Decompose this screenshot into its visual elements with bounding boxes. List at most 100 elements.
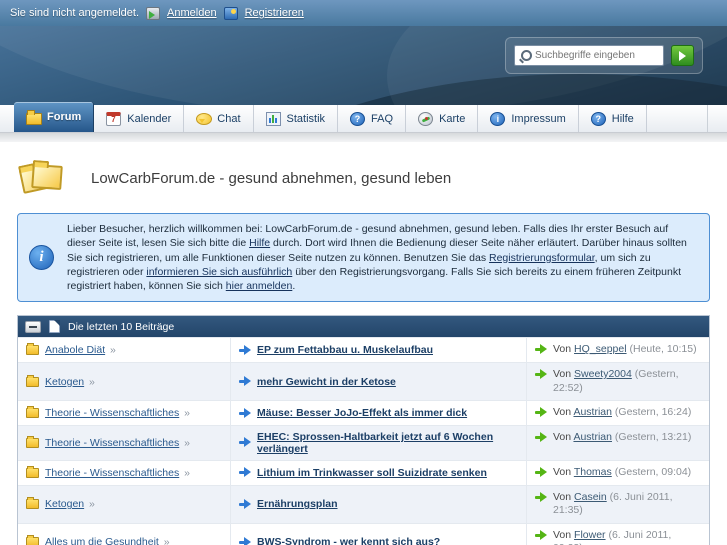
- green-arrow-icon: [535, 368, 547, 380]
- tab-hilfe[interactable]: ? Hilfe: [579, 105, 647, 132]
- search-submit-button[interactable]: [671, 45, 694, 66]
- blue-arrow-icon: [239, 467, 251, 478]
- by-label: Von: [553, 343, 575, 356]
- tab-forum[interactable]: Forum: [14, 102, 95, 132]
- folder-icon: [26, 374, 39, 387]
- thread-link[interactable]: Ernährungsplan: [257, 498, 338, 510]
- green-arrow-icon: [535, 407, 547, 418]
- tab-kalender[interactable]: Kalender: [94, 105, 185, 132]
- forum-link[interactable]: Theorie - Wissenschaftliches: [45, 437, 179, 449]
- tab-impressum[interactable]: i Impressum: [478, 105, 579, 132]
- blue-arrow-icon: [239, 437, 251, 448]
- info-icon: i: [29, 245, 54, 271]
- forum-link[interactable]: Ketogen: [45, 376, 84, 388]
- thread-link[interactable]: Mäuse: Besser JoJo-Effekt als immer dick: [257, 407, 467, 419]
- recent-post-row: Anabole Diät » EP zum Fettabbau u. Muske…: [18, 337, 709, 362]
- author-link[interactable]: Austrian: [573, 406, 612, 418]
- by-label: Von: [553, 490, 575, 503]
- karte-icon: [418, 111, 434, 126]
- page-content: LowCarbForum.de - gesund abnehmen, gesun…: [0, 142, 727, 545]
- thread-link[interactable]: BWS-Syndrom - wer kennt sich aus?: [257, 536, 440, 545]
- forum-link[interactable]: Theorie - Wissenschaftliches: [45, 467, 179, 479]
- welcome-link[interactable]: informieren Sie sich ausführlich: [146, 266, 292, 278]
- main-navigation: Forum Kalender Chat Statistik? FAQ Karte i Impr…: [0, 102, 727, 133]
- folder-icon: [26, 343, 39, 356]
- welcome-link[interactable]: hier anmelden: [226, 280, 293, 292]
- header-banner: [0, 26, 727, 105]
- tabbar-end-divider: [707, 105, 708, 132]
- forum-suffix: »: [184, 436, 190, 449]
- search-panel: [505, 37, 703, 74]
- forum-suffix: »: [184, 466, 190, 479]
- forum-suffix: »: [89, 498, 95, 511]
- welcome-text-segment: .: [292, 280, 296, 293]
- recent-posts-list: Anabole Diät » EP zum Fettabbau u. Muske…: [18, 337, 709, 545]
- tab-chat[interactable]: Chat: [184, 105, 254, 132]
- folder-icon: [26, 497, 39, 510]
- tab-label: Statistik: [286, 112, 326, 125]
- tab-label: Chat: [217, 112, 241, 125]
- folder-icon: [26, 406, 39, 419]
- tab-faq[interactable]: ? FAQ: [338, 105, 407, 132]
- blue-arrow-icon: [239, 498, 251, 510]
- author-link[interactable]: Sweety2004: [574, 368, 632, 380]
- tab-label: Impressum: [511, 112, 566, 125]
- thread-link[interactable]: EHEC: Sprossen-Haltbarkeit jetzt auf 6 W…: [257, 431, 518, 455]
- welcome-link[interactable]: Registrierungsformular: [489, 252, 595, 264]
- collapse-button[interactable]: [25, 320, 41, 333]
- search-box[interactable]: [514, 45, 664, 66]
- page-title: LowCarbForum.de - gesund abnehmen, gesun…: [91, 169, 452, 187]
- statistik-icon: [265, 111, 281, 126]
- green-arrow-icon: [535, 466, 547, 478]
- post-time: (Gestern, 13:21): [614, 430, 692, 443]
- green-arrow-icon: [535, 491, 547, 503]
- document-icon: [49, 320, 60, 334]
- by-label: Von: [553, 406, 574, 419]
- page-title-row: LowCarbForum.de - gesund abnehmen, gesun…: [18, 155, 710, 201]
- blue-arrow-icon: [239, 407, 251, 419]
- tab-label: FAQ: [371, 112, 394, 125]
- tab-label: Karte: [439, 112, 466, 125]
- blue-arrow-icon: [239, 376, 251, 387]
- forum-suffix: »: [184, 407, 190, 420]
- tab-karte[interactable]: Karte: [406, 105, 479, 132]
- tab-statistik[interactable]: Statistik: [254, 105, 339, 132]
- recent-posts-header: Die letzten 10 Beiträge: [18, 316, 709, 338]
- forum-link[interactable]: Alles um die Gesundheit: [45, 536, 159, 545]
- recent-post-row: Theorie - Wissenschaftliches » EHEC: Spr…: [18, 424, 709, 460]
- thread-link[interactable]: EP zum Fettabbau u. Muskelaufbau: [257, 344, 433, 356]
- folder-icon: [26, 535, 39, 545]
- recent-post-row: Ketogen » mehr Gewicht in der Ketose Von…: [18, 361, 709, 401]
- welcome-infobox: i Lieber Besucher, herzlich willkommen b…: [17, 213, 710, 303]
- forum-link[interactable]: Anabole Diät: [45, 344, 105, 356]
- thread-link[interactable]: Lithium im Trinkwasser soll Suizidrate s…: [257, 467, 487, 479]
- forum-suffix: »: [163, 536, 170, 545]
- recent-post-row: Theorie - Wissenschaftliches » Lithium i…: [18, 459, 709, 485]
- login-link[interactable]: Anmelden: [167, 7, 217, 19]
- thread-link[interactable]: mehr Gewicht in der Ketose: [257, 376, 396, 388]
- tab-label: Hilfe: [611, 112, 634, 125]
- author-link[interactable]: Flower: [574, 529, 606, 541]
- blue-arrow-icon: [239, 536, 251, 545]
- green-arrow-icon: [535, 431, 547, 443]
- author-link[interactable]: HQ_seppel: [574, 343, 627, 355]
- recent-post-row: Alles um die Gesundheit » BWS-Syndrom - …: [18, 522, 709, 545]
- tab-label: Kalender: [127, 112, 172, 125]
- author-link[interactable]: Thomas: [574, 466, 612, 478]
- welcome-link[interactable]: Hilfe: [249, 237, 270, 249]
- hilfe-icon: ?: [590, 111, 606, 126]
- forum-folder-icon: [18, 157, 67, 199]
- forum-link[interactable]: Ketogen: [45, 498, 84, 510]
- impressum-icon: i: [490, 111, 506, 126]
- register-link[interactable]: Registrieren: [245, 7, 304, 19]
- search-input[interactable]: [535, 50, 653, 61]
- author-link[interactable]: Casein: [574, 491, 607, 503]
- forum-link[interactable]: Theorie - Wissenschaftliches: [45, 407, 179, 419]
- recent-posts-title: Die letzten 10 Beiträge: [68, 320, 175, 333]
- chat-icon: [196, 112, 213, 126]
- search-icon: [519, 49, 532, 62]
- by-label: Von: [553, 528, 575, 541]
- author-link[interactable]: Austrian: [573, 431, 612, 443]
- recent-posts-board: Die letzten 10 Beiträge Anabole Diät » E…: [17, 315, 710, 545]
- post-time: (Gestern, 09:04): [614, 465, 692, 478]
